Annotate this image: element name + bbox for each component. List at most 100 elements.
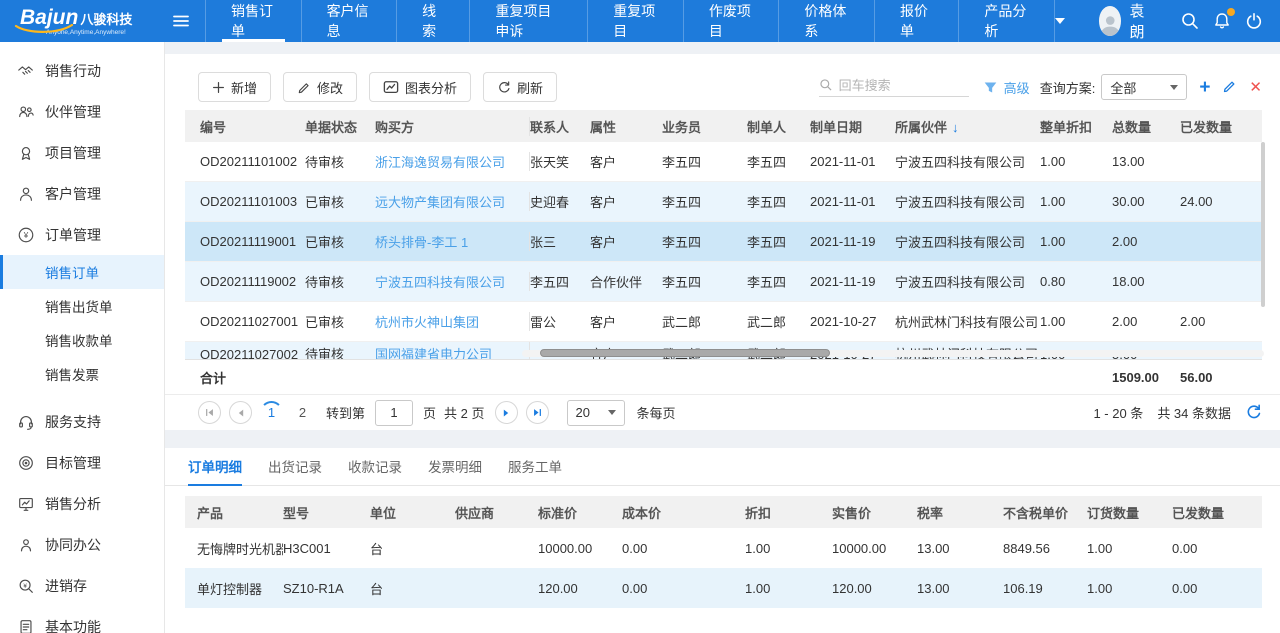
filter-funnel-icon[interactable] — [983, 80, 998, 95]
search-input[interactable] — [839, 78, 959, 93]
edit-button[interactable]: 修改 — [283, 72, 357, 102]
col-header[interactable]: 已发数量 — [1180, 117, 1262, 136]
per-page-label: 条每页 — [637, 403, 676, 422]
col-header[interactable]: 购买方 — [375, 117, 530, 136]
user-avatar[interactable] — [1099, 6, 1122, 36]
order-row[interactable]: OD20211027001已审核杭州市火神山集团雷公客户武二郎武二郎2021-1… — [185, 302, 1262, 342]
sidebar-item-collaboration[interactable]: 协同办公 — [0, 524, 164, 565]
col-header[interactable]: 制单人 — [747, 117, 810, 136]
next-page-button[interactable] — [495, 401, 518, 424]
sidebar-item-order-mgmt[interactable]: ¥ 订单管理 — [0, 214, 164, 255]
tab-shipment-record[interactable]: 出货记录 — [268, 456, 322, 485]
last-page-button[interactable] — [526, 401, 549, 424]
nav-tab-leads[interactable]: 线索 — [396, 0, 469, 42]
nav-tab-price-system[interactable]: 价格体系 — [778, 0, 874, 42]
col-header: 折扣 — [745, 503, 832, 522]
brand-name-cn: 八骏科技 — [80, 13, 132, 26]
logout-power-icon[interactable] — [1244, 11, 1264, 31]
sort-desc-icon[interactable]: ↓ — [952, 120, 959, 135]
col-header[interactable]: 编号 — [185, 117, 305, 136]
buyer-link[interactable]: 宁波五四科技有限公司 — [375, 272, 530, 291]
partners-icon — [17, 103, 35, 121]
first-page-button[interactable] — [198, 401, 221, 424]
tab-service-ticket[interactable]: 服务工单 — [508, 456, 562, 485]
prev-page-button[interactable] — [229, 401, 252, 424]
col-header[interactable]: 业务员 — [662, 117, 747, 136]
col-header[interactable]: 属性 — [590, 117, 662, 136]
sidebar-item-partner-mgmt[interactable]: 伙伴管理 — [0, 91, 164, 132]
menu-toggle-icon[interactable] — [165, 0, 205, 42]
customer-icon — [17, 185, 35, 203]
vertical-scrollbar-thumb[interactable] — [1261, 142, 1265, 307]
reload-list-icon[interactable] — [1245, 403, 1262, 423]
sidebar-item-sales-action[interactable]: 销售行动 — [0, 50, 164, 91]
buyer-link[interactable]: 远大物产集团有限公司 — [375, 192, 530, 211]
page-number[interactable]: 2 — [291, 401, 314, 424]
col-header[interactable]: 总数量 — [1112, 117, 1180, 136]
tab-receipt-record[interactable]: 收款记录 — [348, 456, 402, 485]
nav-tab-product-analysis[interactable]: 产品分析 — [958, 0, 1055, 42]
scheme-select[interactable]: 全部 — [1101, 74, 1187, 100]
add-scheme-icon[interactable]: + — [1199, 78, 1210, 97]
orders-toolbar: 新增 修改 图表分析 刷新 — [165, 54, 1280, 102]
order-row[interactable]: OD20211119002待审核宁波五四科技有限公司李五四合作伙伴李五四李五四2… — [185, 262, 1262, 302]
add-button[interactable]: 新增 — [198, 72, 271, 102]
sidebar-item-sales-invoice[interactable]: 销售发票 — [0, 357, 164, 391]
order-row-selected[interactable]: OD20211119001已审核桥头排骨-李工 1张三客户李五四李五四2021-… — [185, 222, 1262, 262]
headset-icon — [17, 413, 35, 431]
sidebar-item-sales-shipment[interactable]: 销售出货单 — [0, 289, 164, 323]
sidebar-item-project-mgmt[interactable]: 项目管理 — [0, 132, 164, 173]
advanced-search-link[interactable]: 高级 — [1004, 78, 1030, 97]
nav-tab-void-project[interactable]: 作废项目 — [683, 0, 779, 42]
more-tabs-caret-icon[interactable] — [1055, 18, 1065, 24]
buyer-link[interactable]: 国网福建省电力公司 — [375, 342, 530, 359]
search-icon[interactable] — [1180, 11, 1200, 31]
sidebar-item-service-support[interactable]: 服务支持 — [0, 401, 164, 442]
refresh-button[interactable]: 刷新 — [483, 72, 557, 102]
user-name[interactable]: 袁朗 — [1129, 0, 1152, 42]
nav-tab-bar: 销售订单 客户信息 线索 重复项目申诉 重复项目 作废项目 价格体系 报价单 产… — [205, 0, 1055, 42]
nav-tab-quotation[interactable]: 报价单 — [874, 0, 958, 42]
sidebar-item-target-mgmt[interactable]: 目标管理 — [0, 442, 164, 483]
col-header[interactable]: 单据状态 — [305, 117, 375, 136]
edit-scheme-icon[interactable] — [1222, 78, 1237, 97]
tab-order-detail[interactable]: 订单明细 — [188, 456, 242, 485]
order-row[interactable]: OD20211101002待审核浙江海逸贸易有限公司张天笑客户李五四李五四202… — [185, 142, 1262, 182]
delete-scheme-icon[interactable]: ✕ — [1249, 80, 1262, 95]
detail-row[interactable]: 单灯控制器SZ10-R1A台120.000.001.00120.0013.001… — [185, 568, 1262, 608]
sidebar-item-inventory[interactable]: ¥ 进销存 — [0, 565, 164, 606]
goto-page-input[interactable] — [375, 400, 413, 426]
sidebar-item-basic-functions[interactable]: 基本功能 — [0, 606, 164, 633]
col-header: 标准价 — [538, 503, 622, 522]
detail-table-header: 产品 型号 单位 供应商 标准价 成本价 折扣 实售价 税率 不含税单价 订货数… — [185, 496, 1262, 528]
sidebar-item-sales-analysis[interactable]: 销售分析 — [0, 483, 164, 524]
brand-logo[interactable]: Bajun 八骏科技 Anyone,Anytime,Anywhere! — [0, 0, 165, 42]
buyer-link[interactable]: 浙江海逸贸易有限公司 — [375, 152, 530, 171]
buyer-link[interactable]: 桥头排骨-李工 1 — [375, 232, 530, 251]
page-number-current[interactable]: 1 — [260, 401, 283, 424]
detail-row[interactable]: 无悔牌时光机器H3C001台10000.000.001.0010000.0013… — [185, 528, 1262, 568]
sidebar-item-customer-mgmt[interactable]: 客户管理 — [0, 173, 164, 214]
last-page-icon — [532, 407, 543, 418]
sidebar-item-sales-receipt[interactable]: 销售收款单 — [0, 323, 164, 357]
nav-tab-customer-info[interactable]: 客户信息 — [301, 0, 397, 42]
col-header-sorted[interactable]: 所属伙伴↓ — [895, 117, 1040, 136]
order-row[interactable]: OD20211101003已审核远大物产集团有限公司史迎春客户李五四李五四202… — [185, 182, 1262, 222]
col-header[interactable]: 整单折扣 — [1040, 117, 1112, 136]
horizontal-scrollbar-thumb[interactable] — [540, 349, 830, 357]
tab-invoice-detail[interactable]: 发票明细 — [428, 456, 482, 485]
col-header: 实售价 — [832, 503, 917, 522]
page-size-select[interactable]: 20 — [567, 400, 625, 426]
handshake-icon — [17, 62, 35, 80]
chart-analysis-button[interactable]: 图表分析 — [369, 72, 471, 102]
pencil-icon — [297, 80, 311, 94]
col-header[interactable]: 联系人 — [530, 117, 590, 136]
notification-bell-icon[interactable] — [1212, 11, 1232, 31]
nav-tab-dup-project-appeal[interactable]: 重复项目申诉 — [469, 0, 587, 42]
svg-text:¥: ¥ — [23, 582, 27, 589]
nav-tab-dup-project[interactable]: 重复项目 — [587, 0, 683, 42]
nav-tab-sales-order[interactable]: 销售订单 — [205, 0, 301, 42]
col-header[interactable]: 制单日期 — [810, 117, 895, 136]
buyer-link[interactable]: 杭州市火神山集团 — [375, 312, 530, 331]
sidebar-item-sales-order[interactable]: 销售订单 — [0, 255, 164, 289]
